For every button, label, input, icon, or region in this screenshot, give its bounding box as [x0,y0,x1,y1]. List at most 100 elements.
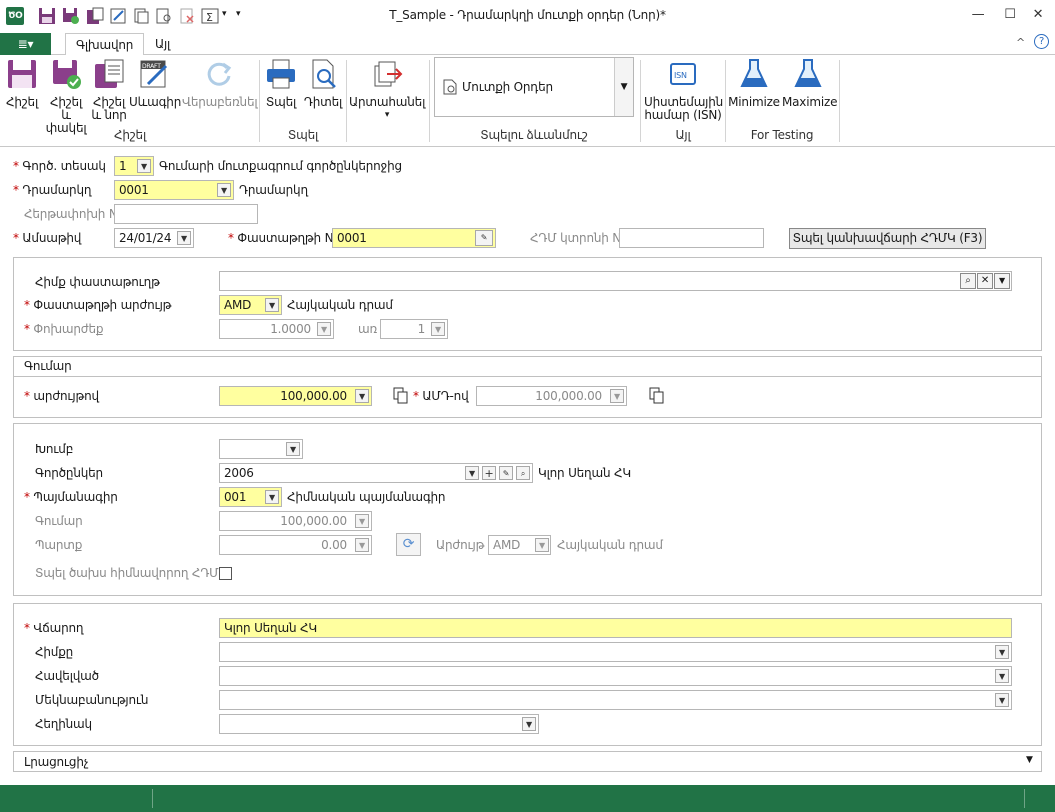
debt-currency-dropdown-icon[interactable]: ▼ [535,538,549,552]
partner-dropdown-icon[interactable]: ▼ [465,466,479,480]
debt-dropdown-icon[interactable]: ▼ [355,538,369,552]
ecr-number-input[interactable] [619,228,764,248]
group-separator [259,60,260,142]
group-separator [839,60,840,142]
flask-icon [794,59,822,87]
status-divider [152,789,153,808]
attachment-dropdown-icon[interactable]: ▼ [995,669,1009,683]
amount-input[interactable]: 100,000.00 [219,386,372,406]
sum-label: Գումար [35,514,83,528]
date-dropdown-icon[interactable]: ▼ [177,231,191,245]
save-close-icon [53,60,81,89]
group-separator [429,60,430,142]
currency-dropdown-icon[interactable]: ▼ [265,298,279,312]
copy-icon[interactable] [649,387,665,404]
minimize-test-label: Minimize [728,95,780,109]
extra-panel[interactable] [13,751,1042,772]
window-title: T_Sample - Դրամարկղի մուտքի օրդեր (Նոր)* [389,8,666,22]
printer-icon [267,59,295,89]
attachment-input[interactable] [219,666,1012,686]
gallery-scroll-icon[interactable]: ▼ [614,58,633,116]
refresh-icon[interactable]: ⟳ [396,533,421,556]
op-type-dropdown-icon[interactable]: ▼ [137,159,151,173]
magic-wand-icon[interactable]: ✎ [475,230,493,246]
per-dropdown-icon[interactable]: ▼ [431,322,445,336]
tab-other[interactable]: Այլ [145,33,180,56]
author-select[interactable] [219,714,539,734]
currency-label: * Փաստաթղթի արժույթ [24,298,172,312]
doc-number-label: * Փաստաթղթի N [228,231,334,245]
isn-badge: ISN [674,71,687,80]
contract-desc: Հիմնական պայմանագիր [287,490,446,504]
gallery-item[interactable]: Մուտքի Օրդեր [462,80,553,94]
search-icon[interactable]: ⌕ [960,273,976,289]
sum-dropdown-icon[interactable]: ▼ [355,514,369,528]
currency-desc: Հայկական դրամ [287,298,393,312]
draft-button[interactable]: DRAFT Սևագիր [129,58,182,109]
cashbox-select[interactable]: 0001 [114,180,234,200]
clear-icon[interactable]: ✕ [977,273,993,289]
contract-dropdown-icon[interactable]: ▼ [265,490,279,504]
restore-button[interactable]: Վերաբեռնել [182,58,258,109]
chevron-down-icon[interactable]: ▼ [994,273,1010,289]
author-label: Հեղինակ [35,717,92,731]
payer-input[interactable]: Կլոր Սեղան ՀԿ [219,618,1012,638]
debt-currency-desc: Հայկական դրամ [557,538,663,552]
save-button[interactable]: Հիշել [4,58,40,109]
status-divider [1024,789,1025,808]
debt-input[interactable]: 0.00 [219,535,372,555]
ecr-label: ՀԴՄ կտրոնի N [530,231,622,245]
isn-button[interactable]: ISN Սիստեմային համար (ISN) [644,58,724,122]
tab-main[interactable]: Գլխավոր [65,33,145,56]
flask-icon [740,59,768,87]
group-label-print: Տպել [287,128,319,142]
isn-label: Սիստեմային համար (ISN) [644,95,724,122]
partner-label: Գործընկեր [35,466,103,480]
rate-dropdown-icon[interactable]: ▼ [317,322,331,336]
basis-input[interactable] [219,642,1012,662]
shift-number-input[interactable] [114,204,258,224]
cashbox-dropdown-icon[interactable]: ▼ [217,183,231,197]
group-dropdown-icon[interactable]: ▼ [286,442,300,456]
close-button[interactable]: ✕ [1024,4,1052,26]
group-separator [640,60,641,142]
rate-label: * Փոխարժեք [24,322,104,336]
save-new-label: Հիշել և նոր [91,95,127,122]
print-label: Տպել [265,95,297,109]
save-new-button[interactable]: Հիշել և նոր [90,58,128,122]
add-icon[interactable]: + [482,466,496,480]
collapse-ribbon-icon[interactable]: ^ [1016,36,1025,49]
copy-icon[interactable] [393,387,409,404]
base-doc-input[interactable] [219,271,1012,291]
help-icon[interactable]: ? [1034,34,1049,49]
amount-dropdown-icon[interactable]: ▼ [355,389,369,403]
expand-icon[interactable]: ▼ [1026,755,1033,765]
print-flag-checkbox[interactable] [219,567,232,580]
edit-icon[interactable]: ✎ [499,466,513,480]
comment-dropdown-icon[interactable]: ▼ [995,693,1009,707]
basis-dropdown-icon[interactable]: ▼ [995,645,1009,659]
export-icon [374,61,403,87]
amd-amount-input[interactable]: 100,000.00 [476,386,627,406]
file-menu-button[interactable]: ≣▾ [0,33,51,55]
partner-desc: Կլոր Սեղան ՀԿ [538,466,631,480]
save-new-icon [95,59,124,88]
amd-amount-dropdown-icon[interactable]: ▼ [610,389,624,403]
view-button[interactable]: Դիտել [303,58,343,109]
draft-badge: DRAFT [142,63,161,70]
author-dropdown-icon[interactable]: ▼ [522,717,536,731]
maximize-test-button[interactable]: Maximize [782,58,837,109]
print-prepay-receipt-button[interactable]: Տպել կանխավճարի ՀԴՄԿ (F3) [789,228,986,249]
minimize-test-button[interactable]: Minimize [728,58,780,109]
minimize-button[interactable]: — [964,4,992,26]
doc-number-input[interactable]: 0001 [332,228,496,248]
draft-label: Սևագիր [129,95,182,109]
maximize-button[interactable]: ☐ [996,4,1024,26]
export-button[interactable]: Արտահանել ▾ [349,58,425,122]
search-icon[interactable]: ⌕ [516,466,530,480]
divider [13,376,1042,377]
sum-input[interactable]: 100,000.00 [219,511,372,531]
comment-input[interactable] [219,690,1012,710]
save-close-button[interactable]: Հիշել և փակել [44,58,88,135]
print-button[interactable]: Տպել [263,58,299,109]
